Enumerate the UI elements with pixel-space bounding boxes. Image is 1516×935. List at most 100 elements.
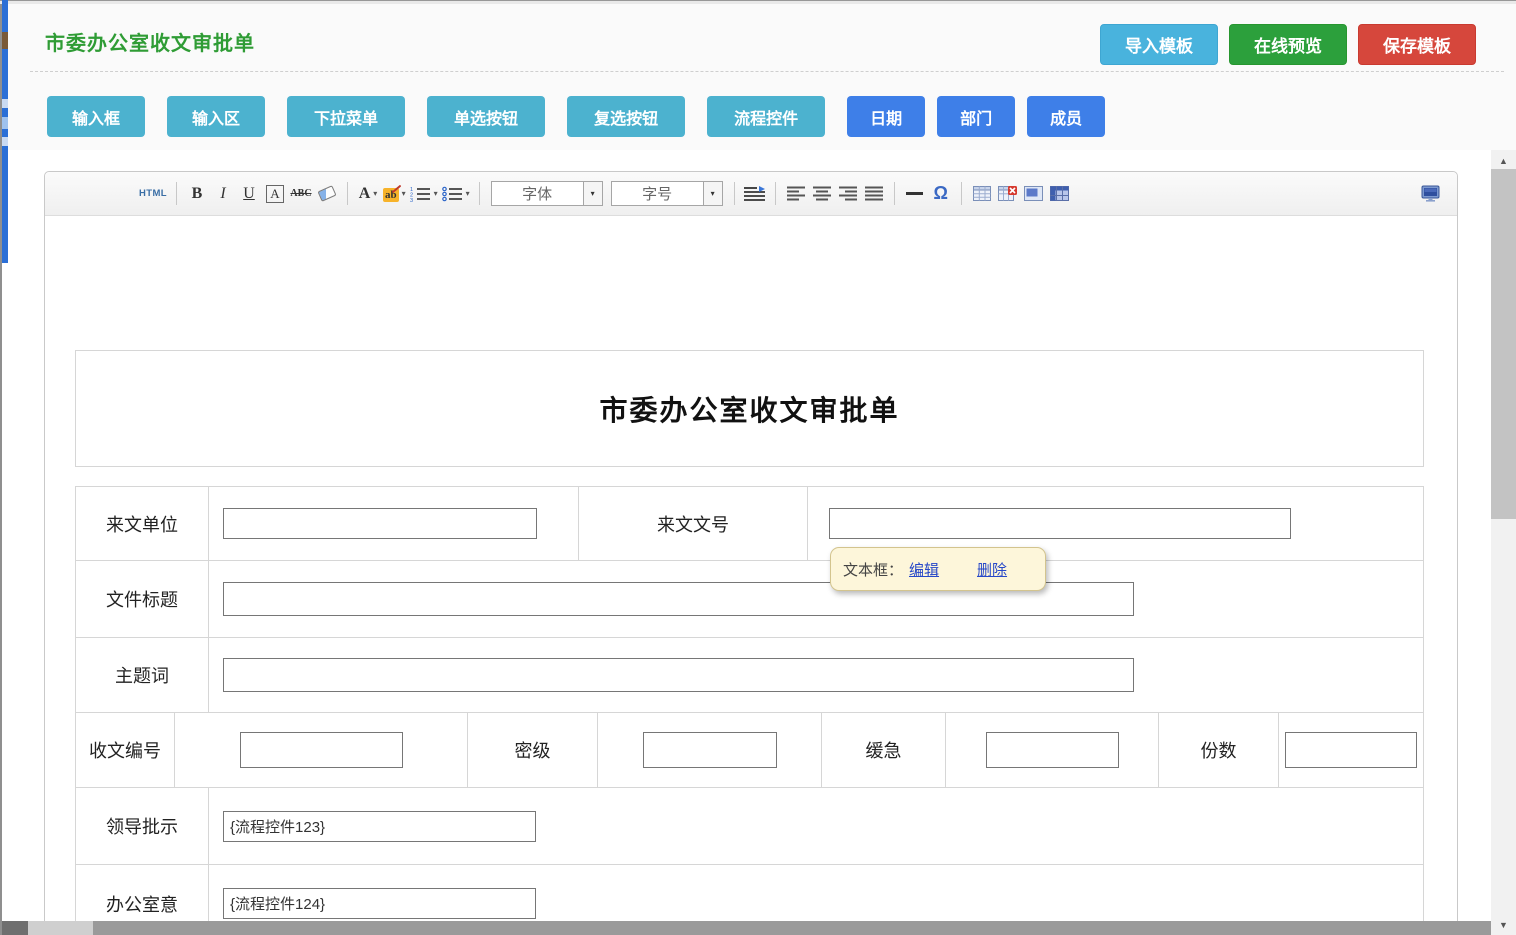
table-cell <box>1278 713 1423 787</box>
remove-format-button[interactable] <box>316 181 338 207</box>
align-left-button[interactable] <box>785 181 807 207</box>
online-preview-button[interactable]: 在线预览 <box>1229 24 1347 65</box>
field-label-source-unit: 来文单位 <box>76 487 208 560</box>
bottom-window-edge-left <box>0 921 28 935</box>
header-actions: 导入模板 在线预览 保存模板 <box>1100 24 1476 65</box>
urgency-input[interactable] <box>986 732 1119 768</box>
toolbar-separator <box>347 182 348 205</box>
import-template-button[interactable]: 导入模板 <box>1100 24 1218 65</box>
field-label-subject-words: 主题词 <box>76 638 208 712</box>
save-template-button[interactable]: 保存模板 <box>1358 24 1476 65</box>
fullscreen-button[interactable] <box>1419 181 1441 207</box>
italic-icon[interactable]: I <box>212 181 234 207</box>
boxed-text-icon[interactable]: A <box>266 185 283 203</box>
table-cell <box>174 713 467 787</box>
textbox-context-tooltip: 文本框： 编辑 删除 <box>830 547 1046 591</box>
table-row: 来文单位 来文文号 <box>76 487 1423 560</box>
indent-button[interactable] <box>744 181 766 207</box>
font-size-select[interactable]: 字号 ▾ <box>611 181 723 206</box>
secrecy-level-input[interactable] <box>643 732 777 768</box>
table-row: 收文编号 密级 缓急 份数 <box>76 712 1423 787</box>
highlight-color-button[interactable]: ab ▾ <box>383 181 406 207</box>
office-opinion-input[interactable] <box>223 888 536 919</box>
chevron-down-icon: ▾ <box>583 182 602 205</box>
svg-text:3: 3 <box>410 198 413 202</box>
bottom-window-edge-gap <box>28 921 93 935</box>
editor-canvas[interactable]: 市委办公室收文审批单 来文单位 来文文号 文件标题 <box>45 216 1457 934</box>
strikethrough-icon[interactable]: ABC <box>290 181 312 207</box>
table-cell <box>945 713 1158 787</box>
horizontal-rule-button[interactable] <box>904 181 926 207</box>
field-label-receipt-number: 收文编号 <box>76 713 174 787</box>
leader-comments-input[interactable] <box>223 811 536 842</box>
font-family-select[interactable]: 字体 ▾ <box>491 181 603 206</box>
chevron-down-icon: ▾ <box>402 189 406 198</box>
widget-textarea-button[interactable]: 输入区 <box>167 96 265 137</box>
ordered-list-button[interactable]: 1 2 3 ▾ <box>410 181 438 207</box>
document-number-input[interactable] <box>829 508 1291 539</box>
bold-icon[interactable]: B <box>186 181 208 207</box>
align-center-button[interactable] <box>811 181 833 207</box>
chevron-down-icon: ▾ <box>373 189 377 198</box>
delete-link[interactable]: 删除 <box>977 559 1007 580</box>
font-color-button[interactable]: A ▾ <box>357 181 379 207</box>
unordered-list-button[interactable]: ▾ <box>442 181 470 207</box>
field-label-leader-comments: 领导批示 <box>76 788 208 864</box>
widget-dropdown-button[interactable]: 下拉菜单 <box>287 96 405 137</box>
source-unit-input[interactable] <box>223 508 537 539</box>
edit-link[interactable]: 编辑 <box>909 559 939 580</box>
page-title: 市委办公室收文审批单 <box>45 27 255 56</box>
ordered-list-icon: 1 2 3 <box>410 186 431 202</box>
table-properties-icon <box>1050 186 1069 201</box>
scroll-up-icon[interactable]: ▲ <box>1491 152 1516 169</box>
field-label-copies: 份数 <box>1158 713 1278 787</box>
receipt-number-input[interactable] <box>240 732 403 768</box>
main-area: HTML B I U A ABC A ▾ ab ▾ 1 2 3 <box>2 150 1491 935</box>
tooltip-label: 文本框： <box>843 559 903 580</box>
table-cell <box>208 561 1423 637</box>
toolbar-separator <box>734 182 735 205</box>
table-cell-icon <box>1024 186 1043 201</box>
table-cell-button[interactable] <box>1023 181 1045 207</box>
unordered-list-icon <box>442 186 463 202</box>
align-right-button[interactable] <box>837 181 859 207</box>
delete-table-button[interactable] <box>997 181 1019 207</box>
font-family-label: 字体 <box>492 182 583 205</box>
document-title-block: 市委办公室收文审批单 <box>75 350 1424 467</box>
vertical-scrollbar[interactable]: ▲ ▼ <box>1491 150 1516 935</box>
scroll-down-icon[interactable]: ▼ <box>1491 916 1516 933</box>
side-panel-fragment <box>2 137 8 146</box>
widget-input-box-button[interactable]: 输入框 <box>47 96 145 137</box>
chevron-down-icon: ▾ <box>466 189 470 198</box>
toolbar-separator <box>176 182 177 205</box>
table-cell <box>597 713 821 787</box>
table-row: 文件标题 <box>76 560 1423 637</box>
widget-flow-control-button[interactable]: 流程控件 <box>707 96 825 137</box>
dotted-divider <box>30 71 1504 72</box>
table-row: 主题词 <box>76 637 1423 712</box>
form-table: 来文单位 来文文号 文件标题 主题词 <box>75 486 1424 934</box>
special-char-icon[interactable]: Ω <box>930 181 952 207</box>
scrollbar-thumb[interactable] <box>1491 169 1516 519</box>
insert-table-icon <box>973 186 991 201</box>
align-justify-icon <box>865 186 883 201</box>
subject-words-input[interactable] <box>223 658 1134 692</box>
table-properties-button[interactable] <box>1049 181 1071 207</box>
document-title: 市委办公室收文审批单 <box>599 389 899 429</box>
widget-radio-button[interactable]: 单选按钮 <box>427 96 545 137</box>
widget-department-button[interactable]: 部门 <box>937 96 1015 137</box>
widget-date-button[interactable]: 日期 <box>847 96 925 137</box>
side-panel-fragment <box>2 99 8 108</box>
table-cell <box>208 788 1423 864</box>
editor-toolbar: HTML B I U A ABC A ▾ ab ▾ 1 2 3 <box>45 172 1457 216</box>
bottom-window-edge-bar <box>93 921 1491 935</box>
copies-input[interactable] <box>1285 732 1417 768</box>
widget-checkbox-button[interactable]: 复选按钮 <box>567 96 685 137</box>
widget-member-button[interactable]: 成员 <box>1027 96 1105 137</box>
insert-table-button[interactable] <box>971 181 993 207</box>
chevron-down-icon: ▾ <box>703 182 722 205</box>
toolbar-separator <box>894 182 895 205</box>
align-justify-button[interactable] <box>863 181 885 207</box>
html-source-icon[interactable]: HTML <box>139 181 167 207</box>
underline-icon[interactable]: U <box>238 181 260 207</box>
